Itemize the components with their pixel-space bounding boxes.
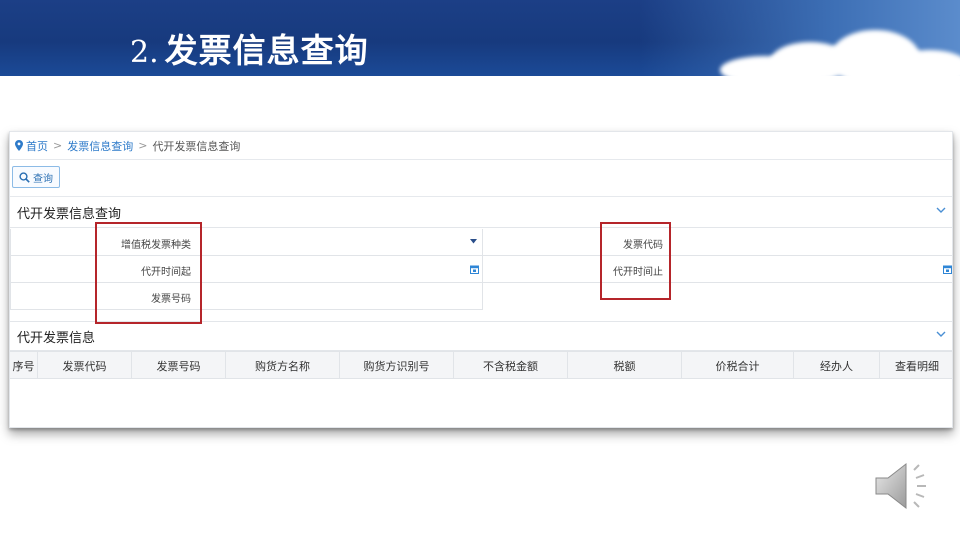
calendar-icon[interactable] [943,265,952,274]
column-header-invoice-number[interactable]: 发票号码 [132,352,226,379]
breadcrumb: 首页 > 发票信息查询 > 代开发票信息查询 [10,132,952,160]
calendar-icon[interactable] [470,265,479,274]
column-header-details[interactable]: 查看明细 [880,352,952,379]
column-header-buyer-name[interactable]: 购货方名称 [226,352,340,379]
chevron-down-icon[interactable] [936,331,946,338]
invoice-number-input[interactable] [195,283,483,309]
chevron-down-icon[interactable] [936,207,946,214]
breadcrumb-invoice-query[interactable]: 发票信息查询 [67,138,133,154]
start-time-cell: 代开时间起 [10,256,483,283]
column-header-handler[interactable]: 经办人 [794,352,880,379]
end-time-input[interactable] [667,256,952,282]
slide-title-text: 发票信息查询 [164,31,369,70]
query-button[interactable]: 查询 [12,166,60,188]
result-table-header: 序号 发票代码 发票号码 购货方名称 购货方识别号 不含税金额 税额 价税合计 … [10,351,952,379]
column-header-index[interactable]: 序号 [10,352,38,379]
query-section-title: 代开发票信息查询 [17,207,122,222]
end-time-cell: 代开时间止 [483,256,952,283]
result-section-title: 代开发票信息 [17,330,96,346]
breadcrumb-home[interactable]: 首页 [26,138,48,154]
column-header-invoice-code[interactable]: 发票代码 [38,352,132,379]
slide-title: 2. 发票信息查询 [130,24,369,70]
toolbar: 查询 [10,160,952,197]
speaker-icon[interactable] [872,456,936,516]
highlight-box-right [600,222,671,300]
column-header-tax[interactable]: 税额 [568,352,682,379]
invoice-type-cell: 增值税发票种类 [10,229,483,256]
breadcrumb-current: 代开发票信息查询 [152,139,241,153]
query-button-label: 查询 [33,173,53,185]
result-section-header[interactable]: 代开发票信息 [10,321,952,351]
breadcrumb-separator: > [138,139,148,152]
invoice-number-cell: 发票号码 [10,283,483,310]
dropdown-arrow-icon [470,239,477,244]
search-icon [19,171,30,183]
column-header-buyer-taxid[interactable]: 购货方识别号 [340,352,454,379]
slide-number: 2. [130,35,159,70]
slide-banner: 2. 发票信息查询 [0,0,960,76]
invoice-code-input[interactable] [667,229,952,255]
start-time-input[interactable] [195,256,483,282]
invoice-code-cell: 发票代码 [483,229,952,256]
column-header-amount-excl-tax[interactable]: 不含税金额 [454,352,568,379]
invoice-type-select[interactable] [195,229,483,255]
highlight-box-left [95,222,202,324]
column-header-total[interactable]: 价税合计 [682,352,794,379]
form-row: 发票号码 [10,283,483,310]
result-table-body [10,379,952,427]
location-pin-icon [15,140,23,151]
breadcrumb-separator: > [53,139,63,152]
